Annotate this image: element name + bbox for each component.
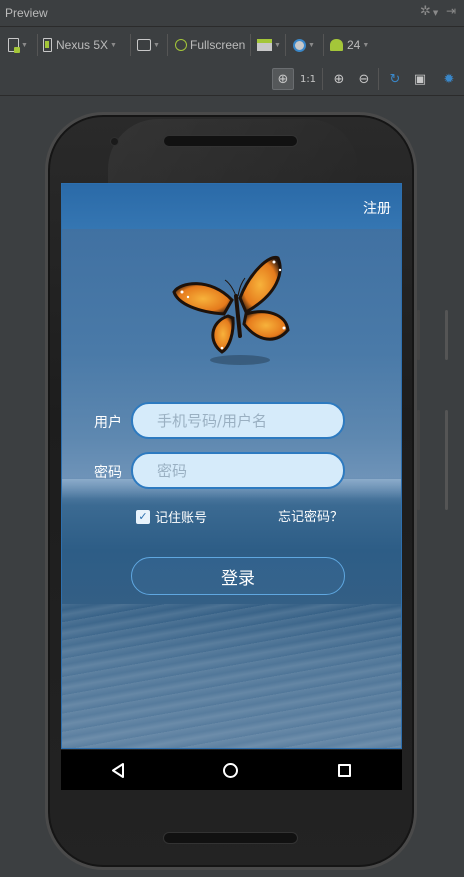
android-icon: [330, 39, 343, 51]
password-input[interactable]: 密码: [131, 452, 345, 489]
scrollbar-thumb[interactable]: [445, 410, 448, 510]
home-icon[interactable]: [223, 763, 238, 778]
zoom-in-icon[interactable]: ⊕: [328, 68, 350, 90]
user-label: 用户: [94, 415, 122, 431]
zoom-out-icon[interactable]: ⊖: [353, 68, 375, 90]
username-input[interactable]: 手机号码/用户名: [131, 402, 345, 439]
device-icon: [43, 38, 52, 52]
theme-fullscreen-button[interactable]: Fullscreen: [175, 34, 245, 56]
locale-button[interactable]: ▼: [293, 34, 315, 56]
remember-label: 记住账号: [155, 511, 208, 526]
settings-gear-icon[interactable]: ✹: [438, 68, 460, 90]
device-selector[interactable]: Nexus 5X ▼: [43, 34, 117, 56]
power-button: [417, 310, 420, 360]
design-surface-button[interactable]: ▼: [8, 34, 28, 56]
theme-icon: [175, 39, 187, 51]
panel-settings-gear-icon[interactable]: ✲ ▼: [420, 4, 438, 19]
api-level-selector[interactable]: 24 ▼: [330, 34, 369, 56]
orientation-button[interactable]: ▼: [137, 34, 160, 56]
rotate-icon: [137, 39, 151, 51]
speaker-grille: [163, 135, 298, 147]
panel-hide-icon[interactable]: ⇥: [446, 4, 456, 18]
app-screen: 注册 用户 手机号码/用户名 密码 密码 ✓ 记住账号 忘记密码？ 登录: [61, 183, 402, 749]
checkbox-checked-icon[interactable]: ✓: [136, 509, 150, 524]
butterfly-logo: [172, 256, 290, 365]
actual-size-icon[interactable]: 1:1: [297, 68, 319, 90]
refresh-icon[interactable]: ↻: [384, 68, 406, 90]
login-label: 登录: [221, 568, 255, 589]
recent-apps-icon[interactable]: [338, 764, 351, 777]
activity-icon: [257, 39, 272, 51]
preview-toolbar: ▼ Nexus 5X ▼ ▼ Fullscreen ▼ ▼ 24 ▼: [0, 28, 464, 62]
api-level: 24: [347, 38, 361, 52]
system-navigation-bar: [61, 750, 402, 790]
preview-titlebar: Preview ✲ ▼ ⇥: [0, 0, 464, 27]
speaker-grille: [163, 832, 298, 844]
fullscreen-label: Fullscreen: [190, 38, 246, 52]
screenshot-camera-icon[interactable]: ▣: [409, 68, 431, 90]
zoom-toolbar: ⊕ 1:1 ⊕ ⊖ ↻ ▣ ✹: [0, 62, 464, 96]
login-button[interactable]: 登录: [131, 557, 345, 595]
design-surface-icon: [8, 38, 20, 53]
volume-button: [417, 410, 420, 510]
register-link[interactable]: 注册: [363, 198, 391, 218]
panel-title: Preview: [5, 6, 48, 20]
back-icon[interactable]: [111, 763, 125, 778]
zoom-to-fit-icon[interactable]: ⊕: [272, 68, 294, 90]
device-name: Nexus 5X: [56, 38, 109, 52]
username-placeholder: 手机号码/用户名: [157, 412, 268, 430]
password-placeholder: 密码: [157, 462, 188, 480]
remember-account-checkbox[interactable]: ✓ 记住账号: [136, 507, 207, 526]
activity-button[interactable]: ▼: [257, 34, 281, 56]
globe-icon: [293, 38, 306, 52]
front-camera: [110, 137, 119, 146]
password-label: 密码: [94, 465, 122, 481]
app-bar: 注册: [62, 184, 401, 229]
scrollbar-thumb[interactable]: [445, 310, 448, 360]
forgot-password-link[interactable]: 忘记密码？: [278, 506, 343, 525]
